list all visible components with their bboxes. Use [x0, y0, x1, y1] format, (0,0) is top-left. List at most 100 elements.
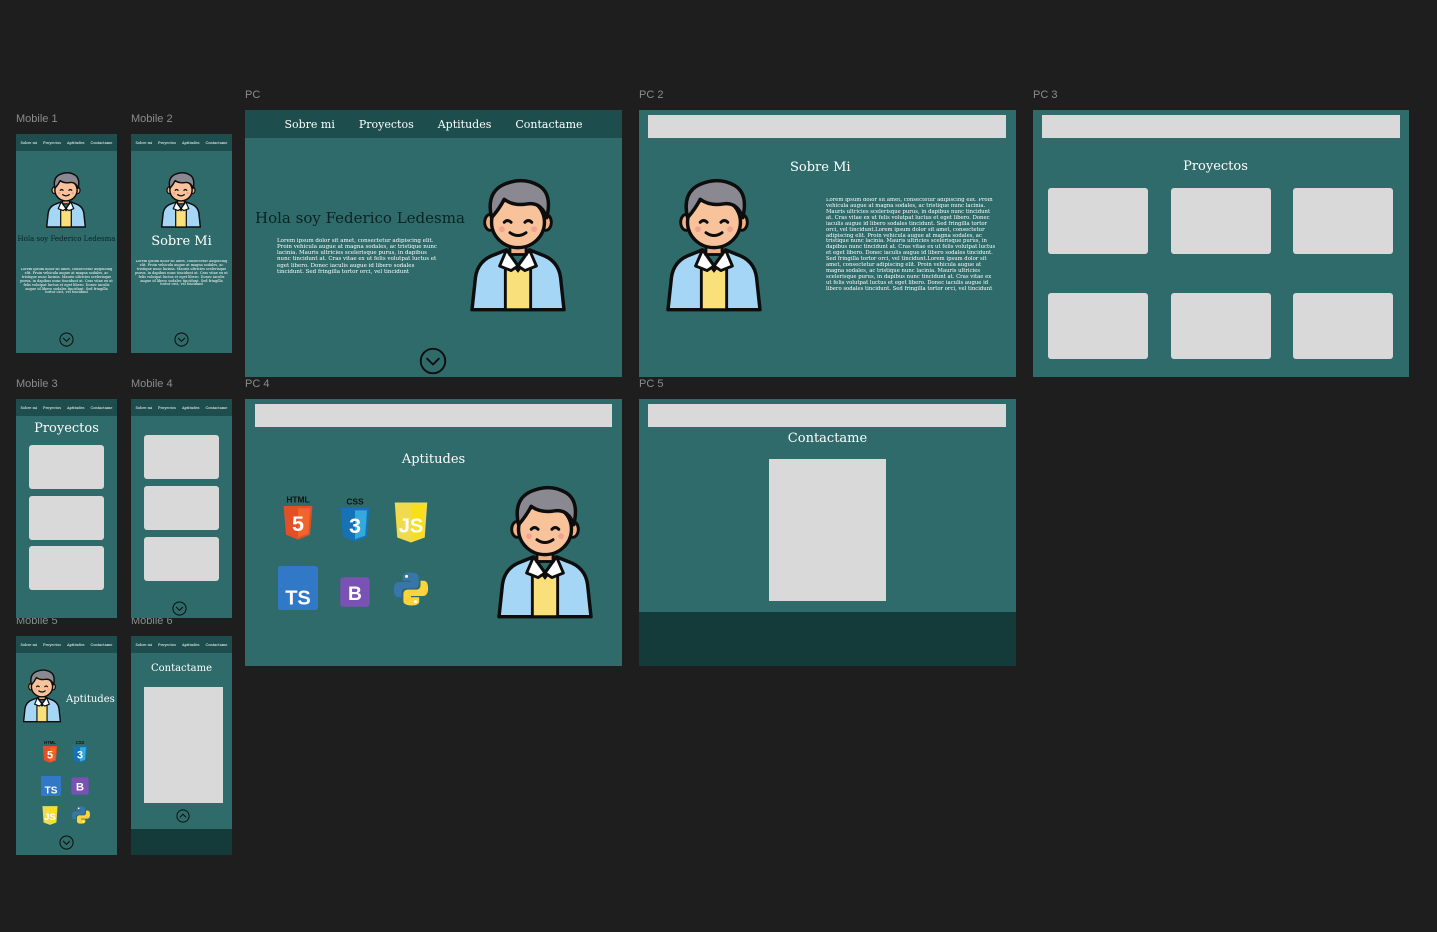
nav-link-sobre-mi[interactable]: Sobre mi: [284, 118, 334, 131]
navbar: Sobre mi Proyectos Aptitudes Contactame: [16, 399, 117, 416]
nav-link-sobre-mi[interactable]: Sobre mi: [21, 406, 37, 410]
nav-link-sobre-mi[interactable]: Sobre mi: [136, 643, 152, 647]
contact-title: Contactame: [150, 663, 213, 674]
project-card[interactable]: [1293, 293, 1393, 359]
navbar: Sobre mi Proyectos Aptitudes Contactame: [16, 636, 117, 653]
project-card[interactable]: [1048, 188, 1148, 254]
about-description: Lorem ipsum dolor sit amet, consectetur …: [826, 198, 996, 292]
project-card[interactable]: [29, 546, 104, 590]
frame-pc-2[interactable]: Sobre Mi Lorem ipsum dolor sit amet, con…: [639, 110, 1016, 377]
project-card[interactable]: [1293, 188, 1393, 254]
footer: [131, 829, 232, 855]
hero-title: Hola soy Federico Ledesma: [255, 209, 465, 227]
navbar: Sobre mi Proyectos Aptitudes Contactame: [131, 636, 232, 653]
footer: [639, 612, 1016, 666]
nav-link-contactame[interactable]: Contactame: [205, 141, 227, 145]
nav-link-aptitudes[interactable]: Aptitudes: [182, 141, 200, 145]
about-description: Lorem ipsum dolor sit amet, consectetur …: [135, 260, 228, 287]
project-card[interactable]: [29, 496, 104, 540]
nav-link-proyectos[interactable]: Proyectos: [158, 406, 176, 410]
project-card[interactable]: [144, 486, 219, 530]
bootstrap-icon: B: [71, 777, 89, 795]
nav-link-contactame[interactable]: Contactame: [90, 141, 112, 145]
bootstrap-icon: B: [340, 577, 370, 607]
svg-text:TS: TS: [45, 785, 58, 796]
navbar: Sobre mi Proyectos Aptitudes Contactame: [245, 110, 622, 138]
contact-form-placeholder[interactable]: [144, 687, 223, 803]
avatar-icon: [655, 174, 773, 312]
nav-link-contactame[interactable]: Contactame: [205, 406, 227, 410]
frame-label-mobile-3: Mobile 3: [16, 378, 58, 390]
frame-pc-3[interactable]: Proyectos: [1033, 110, 1409, 377]
nav-link-proyectos[interactable]: Proyectos: [359, 118, 414, 131]
frame-label-pc-4: PC 4: [245, 378, 270, 390]
nav-link-proyectos[interactable]: Proyectos: [43, 643, 61, 647]
frame-mobile-1[interactable]: Sobre mi Proyectos Aptitudes Contactame …: [16, 134, 117, 353]
svg-text:CSS: CSS: [346, 496, 364, 506]
nav-link-aptitudes[interactable]: Aptitudes: [67, 141, 85, 145]
nav-link-aptitudes[interactable]: Aptitudes: [67, 643, 85, 647]
css3-icon: CSS 3: [72, 740, 88, 763]
nav-link-contactame[interactable]: Contactame: [90, 406, 112, 410]
project-card[interactable]: [1171, 293, 1271, 359]
nav-link-aptitudes[interactable]: Aptitudes: [438, 118, 492, 131]
nav-link-sobre-mi[interactable]: Sobre mi: [136, 406, 152, 410]
javascript-icon: JS: [42, 806, 58, 825]
chevron-down-icon[interactable]: [174, 332, 189, 347]
navbar: Sobre mi Proyectos Aptitudes Contactame: [16, 134, 117, 151]
avatar-icon: [19, 667, 65, 723]
chevron-down-icon[interactable]: [172, 601, 187, 616]
python-icon: [72, 806, 90, 824]
typescript-icon: TS: [41, 776, 61, 796]
chevron-down-icon[interactable]: [419, 347, 447, 375]
nav-link-contactame[interactable]: Contactame: [515, 118, 582, 131]
navbar-placeholder[interactable]: [648, 115, 1006, 138]
svg-text:HTML: HTML: [44, 740, 56, 745]
project-card[interactable]: [144, 537, 219, 581]
nav-link-contactame[interactable]: Contactame: [90, 643, 112, 647]
frame-mobile-4[interactable]: Sobre mi Proyectos Aptitudes Contactame: [131, 399, 232, 618]
javascript-icon: JS: [394, 502, 428, 543]
svg-text:5: 5: [47, 750, 53, 762]
nav-link-proyectos[interactable]: Proyectos: [43, 406, 61, 410]
navbar-placeholder[interactable]: [255, 404, 612, 427]
frame-pc-5[interactable]: Contactame: [639, 399, 1016, 666]
project-card[interactable]: [1171, 188, 1271, 254]
svg-text:B: B: [348, 584, 362, 605]
contact-title: Contactame: [787, 431, 868, 446]
nav-link-proyectos[interactable]: Proyectos: [158, 141, 176, 145]
svg-text:3: 3: [349, 513, 361, 538]
nav-link-sobre-mi[interactable]: Sobre mi: [136, 141, 152, 145]
nav-link-aptitudes[interactable]: Aptitudes: [67, 406, 85, 410]
chevron-down-icon[interactable]: [59, 332, 74, 347]
navbar-placeholder[interactable]: [648, 404, 1006, 427]
nav-link-proyectos[interactable]: Proyectos: [43, 141, 61, 145]
frame-mobile-6[interactable]: Sobre mi Proyectos Aptitudes Contactame …: [131, 636, 232, 855]
nav-link-aptitudes[interactable]: Aptitudes: [182, 406, 200, 410]
html5-icon: HTML 5: [283, 494, 313, 540]
avatar-icon: [459, 174, 577, 312]
frame-mobile-3[interactable]: Sobre mi Proyectos Aptitudes Contactame …: [16, 399, 117, 618]
nav-link-sobre-mi[interactable]: Sobre mi: [21, 643, 37, 647]
chevron-up-icon[interactable]: [176, 809, 190, 823]
nav-link-proyectos[interactable]: Proyectos: [158, 643, 176, 647]
navbar-placeholder[interactable]: [1042, 115, 1400, 138]
svg-text:B: B: [76, 782, 84, 794]
nav-link-sobre-mi[interactable]: Sobre mi: [21, 141, 37, 145]
frame-mobile-5[interactable]: Sobre mi Proyectos Aptitudes Contactame …: [16, 636, 117, 855]
nav-link-aptitudes[interactable]: Aptitudes: [182, 643, 200, 647]
frame-mobile-2[interactable]: Sobre mi Proyectos Aptitudes Contactame …: [131, 134, 232, 353]
svg-text:JS: JS: [399, 516, 423, 538]
chevron-down-icon[interactable]: [59, 835, 74, 850]
frame-pc-4[interactable]: Aptitudes HTML 5 CSS 3 JS TS B: [245, 399, 622, 666]
nav-link-contactame[interactable]: Contactame: [205, 643, 227, 647]
project-card[interactable]: [144, 435, 219, 479]
avatar-icon: [156, 170, 206, 228]
svg-text:TS: TS: [285, 588, 311, 610]
project-card[interactable]: [1048, 293, 1148, 359]
project-card[interactable]: [29, 445, 104, 489]
frame-pc[interactable]: Sobre mi Proyectos Aptitudes Contactame …: [245, 110, 622, 377]
contact-form-placeholder[interactable]: [769, 459, 886, 601]
navbar: Sobre mi Proyectos Aptitudes Contactame: [131, 134, 232, 151]
skills-title: Aptitudes: [66, 694, 115, 705]
